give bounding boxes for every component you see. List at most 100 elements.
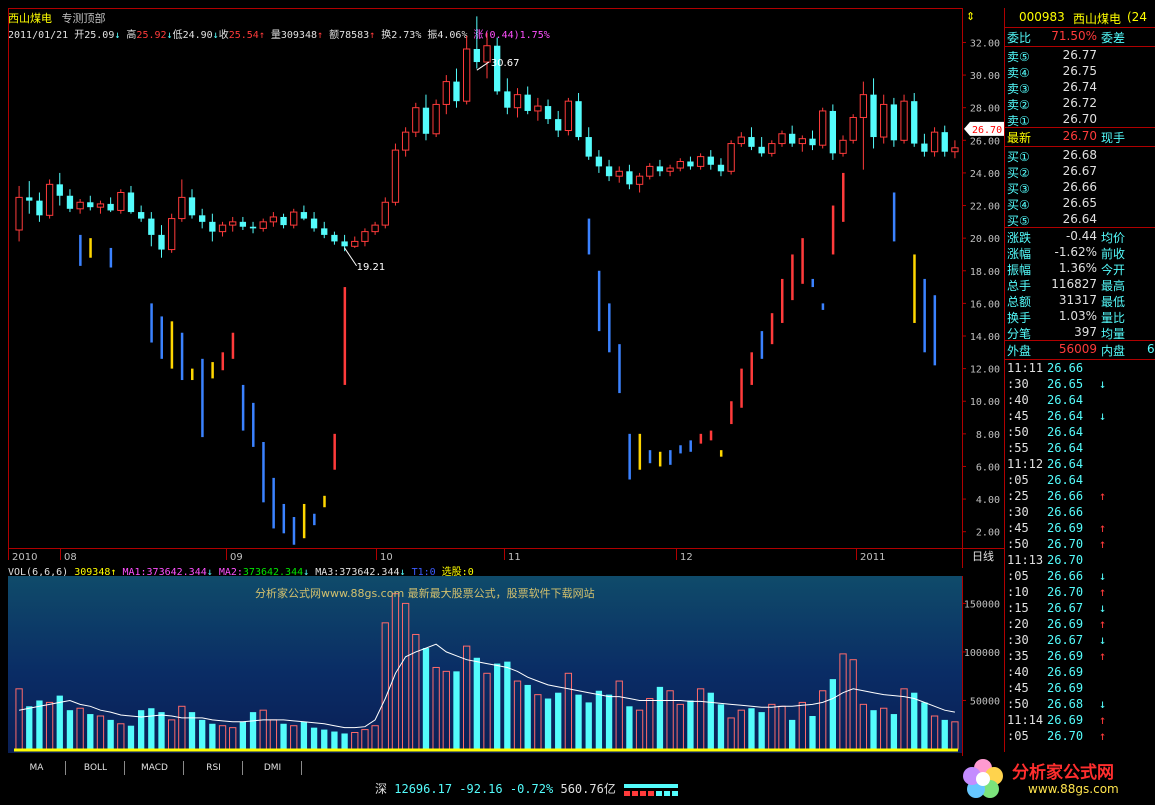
- candle: [626, 164, 633, 190]
- stat-label-2: 前收: [1101, 247, 1126, 261]
- bid-row: 买② 26.67: [1005, 164, 1155, 180]
- volume-bar: [15, 688, 23, 750]
- tick-time: :45: [1007, 681, 1029, 695]
- flower-logo-icon: [963, 759, 1003, 798]
- x-tick-label: 2010: [12, 552, 37, 563]
- candle: [432, 99, 440, 138]
- candle: [401, 127, 410, 157]
- candle: [778, 130, 786, 147]
- projection-bar: [821, 303, 825, 310]
- tick-price: 26.70: [1047, 729, 1084, 743]
- volume-bar: [351, 732, 359, 750]
- projection-bar: [730, 401, 733, 425]
- ask-label: 卖⑤: [1007, 50, 1030, 64]
- candle: [321, 221, 328, 239]
- tick-time: :45: [1007, 521, 1029, 535]
- candle: [310, 212, 318, 232]
- stat-row: 涨跌 -0.44 均价: [1005, 229, 1155, 245]
- bid-price: 26.67: [1062, 164, 1097, 178]
- tab-boll[interactable]: BOLL: [67, 761, 125, 775]
- projection-bar: [618, 344, 621, 394]
- tab-dmi[interactable]: DMI: [244, 761, 302, 775]
- tick-arrow-icon: ↓: [1099, 377, 1107, 391]
- outer-inner-row: 外盘 56009 内盘 6: [1005, 342, 1155, 358]
- tab-macd[interactable]: MACD: [126, 761, 184, 775]
- candlestick-chart[interactable]: 32.00 30.00 28.00 26.00 24.00 22.00 20.00 18.00…: [8, 8, 1004, 568]
- bid-label: 买②: [1007, 166, 1030, 180]
- tick-row: :45 26.64 ↓: [1005, 409, 1155, 425]
- candle: [188, 189, 196, 219]
- tick-time: :45: [1007, 409, 1029, 423]
- tick-arrow-icon: ↑: [1099, 617, 1107, 631]
- projection-bar: [679, 445, 682, 454]
- candle: [707, 150, 714, 170]
- projection-bar: [79, 234, 82, 266]
- projection-bar: [211, 362, 214, 379]
- projection-bar: [221, 352, 225, 371]
- stat-row: 总额 31317 最低: [1005, 293, 1155, 309]
- projection-bar: [262, 442, 265, 503]
- watermark-text: 分析家公式网www.88gs.com 最新最大股票公式，股票软件下载网站: [255, 587, 595, 600]
- tick-row: :30 26.65 ↓: [1005, 377, 1155, 393]
- bid-label: 买①: [1007, 150, 1030, 164]
- outer-label: 外盘: [1007, 344, 1032, 358]
- tick-arrow-icon: ↓: [1099, 601, 1107, 615]
- tab-ma[interactable]: MA: [8, 761, 66, 775]
- candle: [249, 221, 257, 234]
- tick-row: :55 26.64: [1005, 441, 1155, 457]
- candle: [951, 140, 959, 159]
- candle: [748, 127, 755, 151]
- tick-time: :50: [1007, 425, 1029, 439]
- volume-bar: [585, 702, 592, 749]
- projection-bar: [719, 450, 723, 457]
- separator: [1005, 340, 1155, 341]
- volume-bar: [921, 702, 928, 749]
- candle: [768, 140, 776, 157]
- panel-stock-name: 西山煤电: [1073, 12, 1122, 26]
- candle: [483, 32, 491, 79]
- projection-bar: [252, 402, 255, 447]
- candle: [371, 221, 379, 235]
- projection-bar: [302, 503, 306, 539]
- projection-bar: [933, 295, 937, 366]
- volume-bar: [849, 659, 857, 750]
- y-tick-label: 16.00: [970, 299, 1000, 310]
- market-index-status[interactable]: 深 12696.17 -92.16 -0.72% 560.76亿: [375, 780, 679, 797]
- candle: [819, 107, 827, 149]
- stat-label-2: 最低: [1101, 295, 1126, 309]
- volume-chart[interactable]: 150000 100000 50000: [8, 576, 1004, 756]
- volume-bar: [687, 700, 694, 749]
- projection-bar: [801, 238, 804, 284]
- y-tick-label: 12.00: [970, 365, 1000, 376]
- weibi-row: 委比 71.50% 委差: [1005, 29, 1155, 45]
- tab-rsi[interactable]: RSI: [185, 761, 243, 775]
- projection-bar: [689, 440, 692, 452]
- ask-price: 26.72: [1062, 96, 1097, 110]
- stat-value: 1.36%: [1058, 261, 1097, 275]
- tick-arrow-icon: ↑: [1099, 537, 1107, 551]
- current-price-marker: 26.70: [964, 121, 1004, 136]
- tick-price: 26.69: [1047, 521, 1084, 535]
- volume-bar: [615, 680, 623, 750]
- tick-price: 26.69: [1047, 713, 1084, 727]
- axis-settings-icon[interactable]: ⇕: [966, 10, 975, 23]
- candle: [351, 236, 359, 248]
- candle: [555, 110, 562, 138]
- bid-row: 买⑤ 26.64: [1005, 212, 1155, 228]
- volume-bar: [696, 688, 705, 750]
- candle: [218, 221, 227, 237]
- volume-bar: [564, 672, 573, 750]
- volume-bar: [819, 690, 827, 750]
- candle: [422, 94, 430, 141]
- last-label: 最新: [1007, 131, 1032, 145]
- volume-bar: [158, 712, 165, 749]
- candle: [168, 213, 176, 253]
- separator: [1005, 227, 1155, 228]
- tick-time: :40: [1007, 665, 1029, 679]
- weibi-value: 71.50%: [1051, 29, 1097, 43]
- stat-label: 总手: [1007, 279, 1032, 293]
- candle: [605, 159, 613, 182]
- period-day-button[interactable]: 日线: [962, 548, 1004, 563]
- candle: [941, 125, 948, 157]
- tick-row: :10 26.70 ↑: [1005, 585, 1155, 601]
